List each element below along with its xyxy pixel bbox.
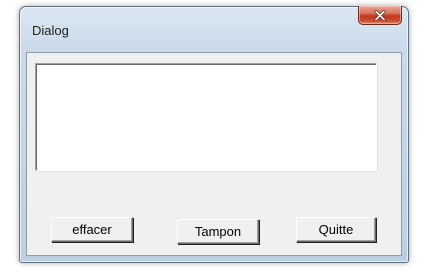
dialog-window: Dialog effacer Tampon Quitte — [19, 6, 409, 263]
text-area[interactable] — [35, 63, 377, 171]
effacer-button[interactable]: effacer — [51, 217, 133, 242]
desktop-background: Dialog effacer Tampon Quitte — [0, 0, 423, 273]
tampon-button[interactable]: Tampon — [177, 219, 259, 244]
dialog-client-area: effacer Tampon Quitte — [26, 52, 402, 256]
quitte-button[interactable]: Quitte — [296, 217, 376, 242]
window-title: Dialog — [32, 23, 69, 38]
close-button[interactable] — [358, 6, 402, 25]
title-bar[interactable]: Dialog — [20, 6, 408, 38]
close-x-icon — [374, 9, 386, 21]
